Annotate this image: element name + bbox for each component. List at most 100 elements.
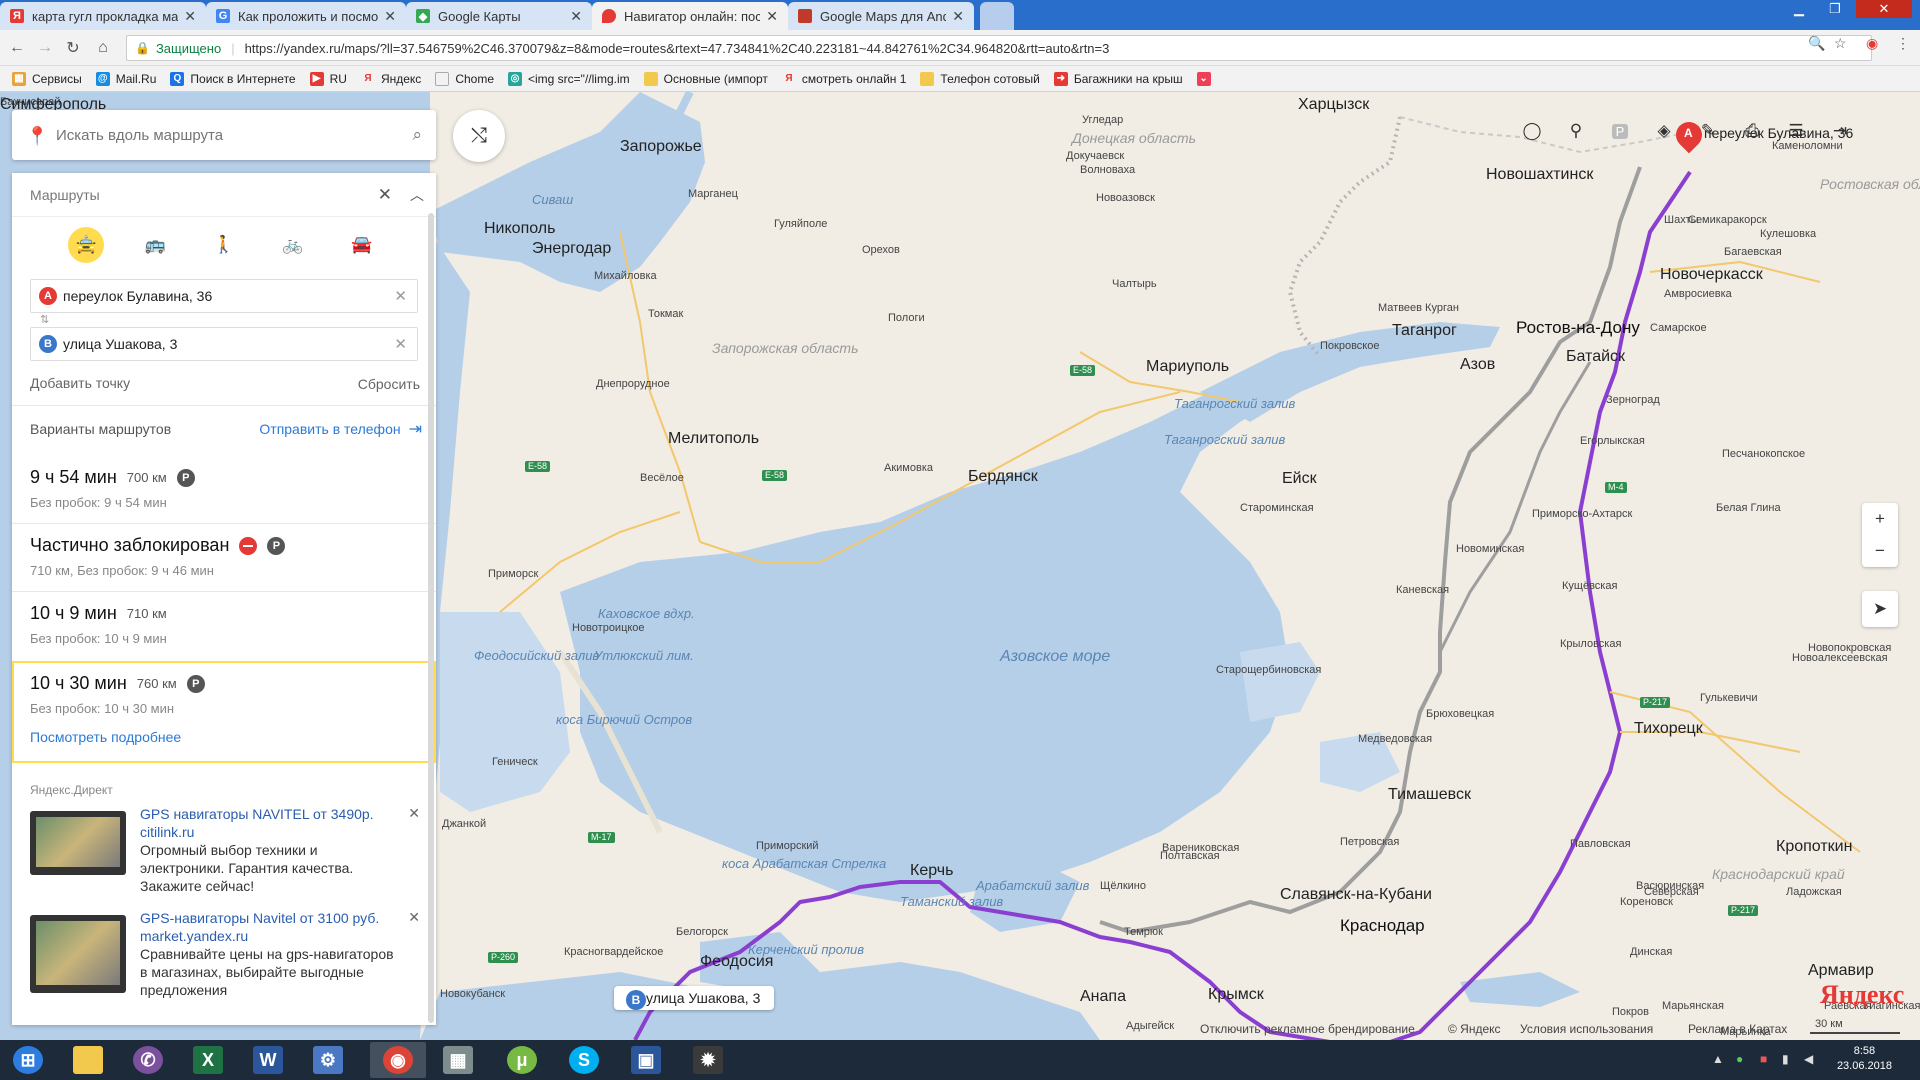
to-field[interactable]: B улица Ушакова, 3 ✕ xyxy=(30,327,418,361)
close-icon[interactable]: ✕ xyxy=(408,909,420,926)
taskbar-save[interactable]: ▣ xyxy=(618,1042,674,1078)
start-button[interactable]: ⊞ xyxy=(0,1042,56,1078)
tray-sb-icon[interactable]: ■ xyxy=(1760,1052,1767,1066)
forward-icon[interactable]: → xyxy=(34,37,56,59)
ad-item-2[interactable]: GPS-навигаторы Navitel от 3100 руб. mark… xyxy=(30,909,430,1019)
close-icon[interactable]: ✕ xyxy=(570,8,582,25)
reload-icon[interactable]: ↻ xyxy=(62,37,84,59)
add-point-link[interactable]: Добавить точку xyxy=(30,375,130,391)
car-mode-button[interactable]: 🚖 xyxy=(68,227,105,263)
tray-arrow-icon[interactable]: ▲ xyxy=(1712,1052,1724,1066)
bookmark-watch[interactable]: Я смотреть онлайн 1 xyxy=(782,72,906,86)
ad-title[interactable]: GPS-навигаторы Navitel от 3100 руб. xyxy=(140,909,400,927)
tab-5[interactable]: Google Maps для Andro ✕ xyxy=(788,2,974,30)
taskbar-skype[interactable]: S xyxy=(556,1042,612,1078)
close-icon[interactable]: ✕ xyxy=(766,8,778,25)
route-option-3[interactable]: 10 ч 9 мин 710 км Без пробок: 10 ч 9 мин xyxy=(12,603,436,659)
branding-link[interactable]: Отключить рекламное брендирование xyxy=(1200,1022,1415,1036)
bookmark-folder-phone[interactable]: Телефон сотовый xyxy=(920,71,1040,86)
tray-network-icon[interactable]: ▮ xyxy=(1782,1052,1789,1066)
bookmark-star-icon[interactable]: ☆ xyxy=(1834,35,1847,52)
swap-icon[interactable]: ⇅ xyxy=(40,313,49,326)
back-icon[interactable]: ← xyxy=(6,37,28,59)
from-field[interactable]: A переулок Булавина, 36 ✕ xyxy=(30,279,418,313)
menu-lines-icon[interactable]: ☰ xyxy=(1774,111,1818,151)
tray-app-icon[interactable]: ● xyxy=(1736,1052,1743,1066)
panorama-icon[interactable]: ⚲ xyxy=(1554,111,1598,151)
bookmark-search[interactable]: Q Поиск в Интернете xyxy=(170,71,296,86)
details-link[interactable]: Посмотреть подробнее xyxy=(30,729,181,745)
tab-3[interactable]: ◆ Google Карты ✕ xyxy=(406,2,592,30)
system-clock[interactable]: 8:58 23.06.2018 xyxy=(1837,1044,1892,1074)
print-icon[interactable]: ⎙ xyxy=(1730,111,1774,151)
bookmark-img[interactable]: ◎ <img src="//limg.im xyxy=(508,71,630,86)
close-icon[interactable]: ✕ xyxy=(384,8,396,25)
zoom-icon[interactable]: 🔍 xyxy=(1808,35,1825,52)
taskbar-explorer[interactable] xyxy=(60,1042,116,1078)
ad-domain[interactable]: citilink.ru xyxy=(140,823,400,841)
taskbar-network[interactable]: ⚙ xyxy=(300,1042,356,1078)
maximize-icon[interactable]: ❐ xyxy=(1818,0,1852,18)
route-option-2[interactable]: Частично заблокирован P 710 км, Без проб… xyxy=(12,535,436,591)
extension-icon[interactable]: ◉ xyxy=(1866,35,1878,52)
close-icon[interactable]: ✕ xyxy=(952,8,964,25)
ads-link[interactable]: Реклама в Картах xyxy=(1688,1022,1787,1036)
taskbar-viber[interactable]: ✆ xyxy=(120,1042,176,1078)
tab-active[interactable]: Навигатор онлайн: пост ✕ xyxy=(592,2,788,30)
route-option-4-selected[interactable]: 10 ч 30 мин 760 км P Без пробок: 10 ч 30… xyxy=(12,661,436,763)
taskbar-utorrent[interactable]: μ xyxy=(494,1042,550,1078)
parking-icon[interactable]: P xyxy=(1598,111,1642,151)
address-bar[interactable]: 🔒 Защищено | https://yandex.ru/maps/?ll=… xyxy=(126,35,1872,61)
zoom-out-icon[interactable]: − xyxy=(1875,535,1885,567)
panel-scrollbar[interactable] xyxy=(428,213,434,1023)
send-to-phone-link[interactable]: Отправить в телефон ⇥ xyxy=(259,419,422,439)
bookmark-yandex[interactable]: Я Яндекс xyxy=(361,72,421,86)
reset-link[interactable]: Сбросить xyxy=(358,376,420,392)
bookmark-folder-main[interactable]: Основные (импорт xyxy=(643,71,768,86)
taskbar-game[interactable]: ✹ xyxy=(680,1042,736,1078)
search-icon[interactable]: ⌕ xyxy=(412,125,422,145)
taskbar-excel[interactable]: X xyxy=(180,1042,236,1078)
zoom-in-icon[interactable]: + xyxy=(1875,503,1885,535)
route-mode-button[interactable]: ⤭ xyxy=(453,110,505,162)
taskbar-calculator[interactable]: ▦ xyxy=(430,1042,486,1078)
bookmark-mailru[interactable]: @ Mail.Ru xyxy=(95,71,156,86)
transit-mode-button[interactable]: 🚌 xyxy=(137,227,173,263)
bookmark-pocket[interactable]: ⌄ xyxy=(1196,71,1217,86)
clear-icon[interactable]: ✕ xyxy=(394,335,407,353)
close-window-icon[interactable]: ✕ xyxy=(1856,0,1912,18)
route-option-1[interactable]: 9 ч 54 мин 700 км P Без пробок: 9 ч 54 м… xyxy=(12,467,436,523)
minimize-icon[interactable]: ▁ xyxy=(1782,0,1816,18)
tab-2[interactable]: G Как проложить и посмо ✕ xyxy=(206,2,406,30)
ad-domain[interactable]: market.yandex.ru xyxy=(140,927,400,945)
taxi-mode-button[interactable]: 🚘 xyxy=(344,227,380,263)
login-icon[interactable]: ⇥ xyxy=(1818,111,1862,151)
tray-volume-icon[interactable]: ◀ xyxy=(1804,1052,1813,1066)
ruler-icon[interactable]: ✎ xyxy=(1686,111,1730,151)
bookmark-roof-racks[interactable]: ➜ Багажники на крыш xyxy=(1053,71,1183,86)
home-icon[interactable]: ⌂ xyxy=(92,37,114,59)
terms-link[interactable]: Условия использования xyxy=(1520,1022,1653,1036)
new-tab-button[interactable] xyxy=(980,2,1014,30)
clear-icon[interactable]: ✕ xyxy=(394,287,407,305)
chevron-up-icon[interactable]: ︿ xyxy=(410,185,424,205)
ad-title[interactable]: GPS навигаторы NAVITEL от 3490р. xyxy=(140,805,400,823)
bookmark-services[interactable]: ▦ Сервисы xyxy=(12,71,82,86)
close-icon[interactable]: ✕ xyxy=(408,805,420,822)
tab-1[interactable]: Я карта гугл прокладка ма ✕ xyxy=(0,2,206,30)
walk-mode-button[interactable]: 🚶 xyxy=(206,227,242,263)
bookmark-chome[interactable]: Chome xyxy=(435,71,494,86)
clock-time: 8:58 xyxy=(1853,1045,1876,1057)
close-icon[interactable]: ✕ xyxy=(184,8,196,25)
layers-icon[interactable]: ◈ xyxy=(1642,111,1686,151)
bookmark-youtube[interactable]: ▶ RU xyxy=(309,71,347,86)
traffic-icon[interactable]: ◯ xyxy=(1510,111,1554,151)
close-icon[interactable]: ✕ xyxy=(378,185,392,205)
locate-icon[interactable]: ➤ xyxy=(1862,591,1898,627)
route-search-input[interactable] xyxy=(56,126,386,144)
taskbar-word[interactable]: W xyxy=(240,1042,296,1078)
menu-icon[interactable]: ⋮ xyxy=(1896,35,1910,52)
ad-item-1[interactable]: GPS навигаторы NAVITEL от 3490р. citilin… xyxy=(30,805,430,901)
bike-mode-button[interactable]: 🚲 xyxy=(275,227,311,263)
taskbar-chrome[interactable]: ◉ xyxy=(370,1042,426,1078)
